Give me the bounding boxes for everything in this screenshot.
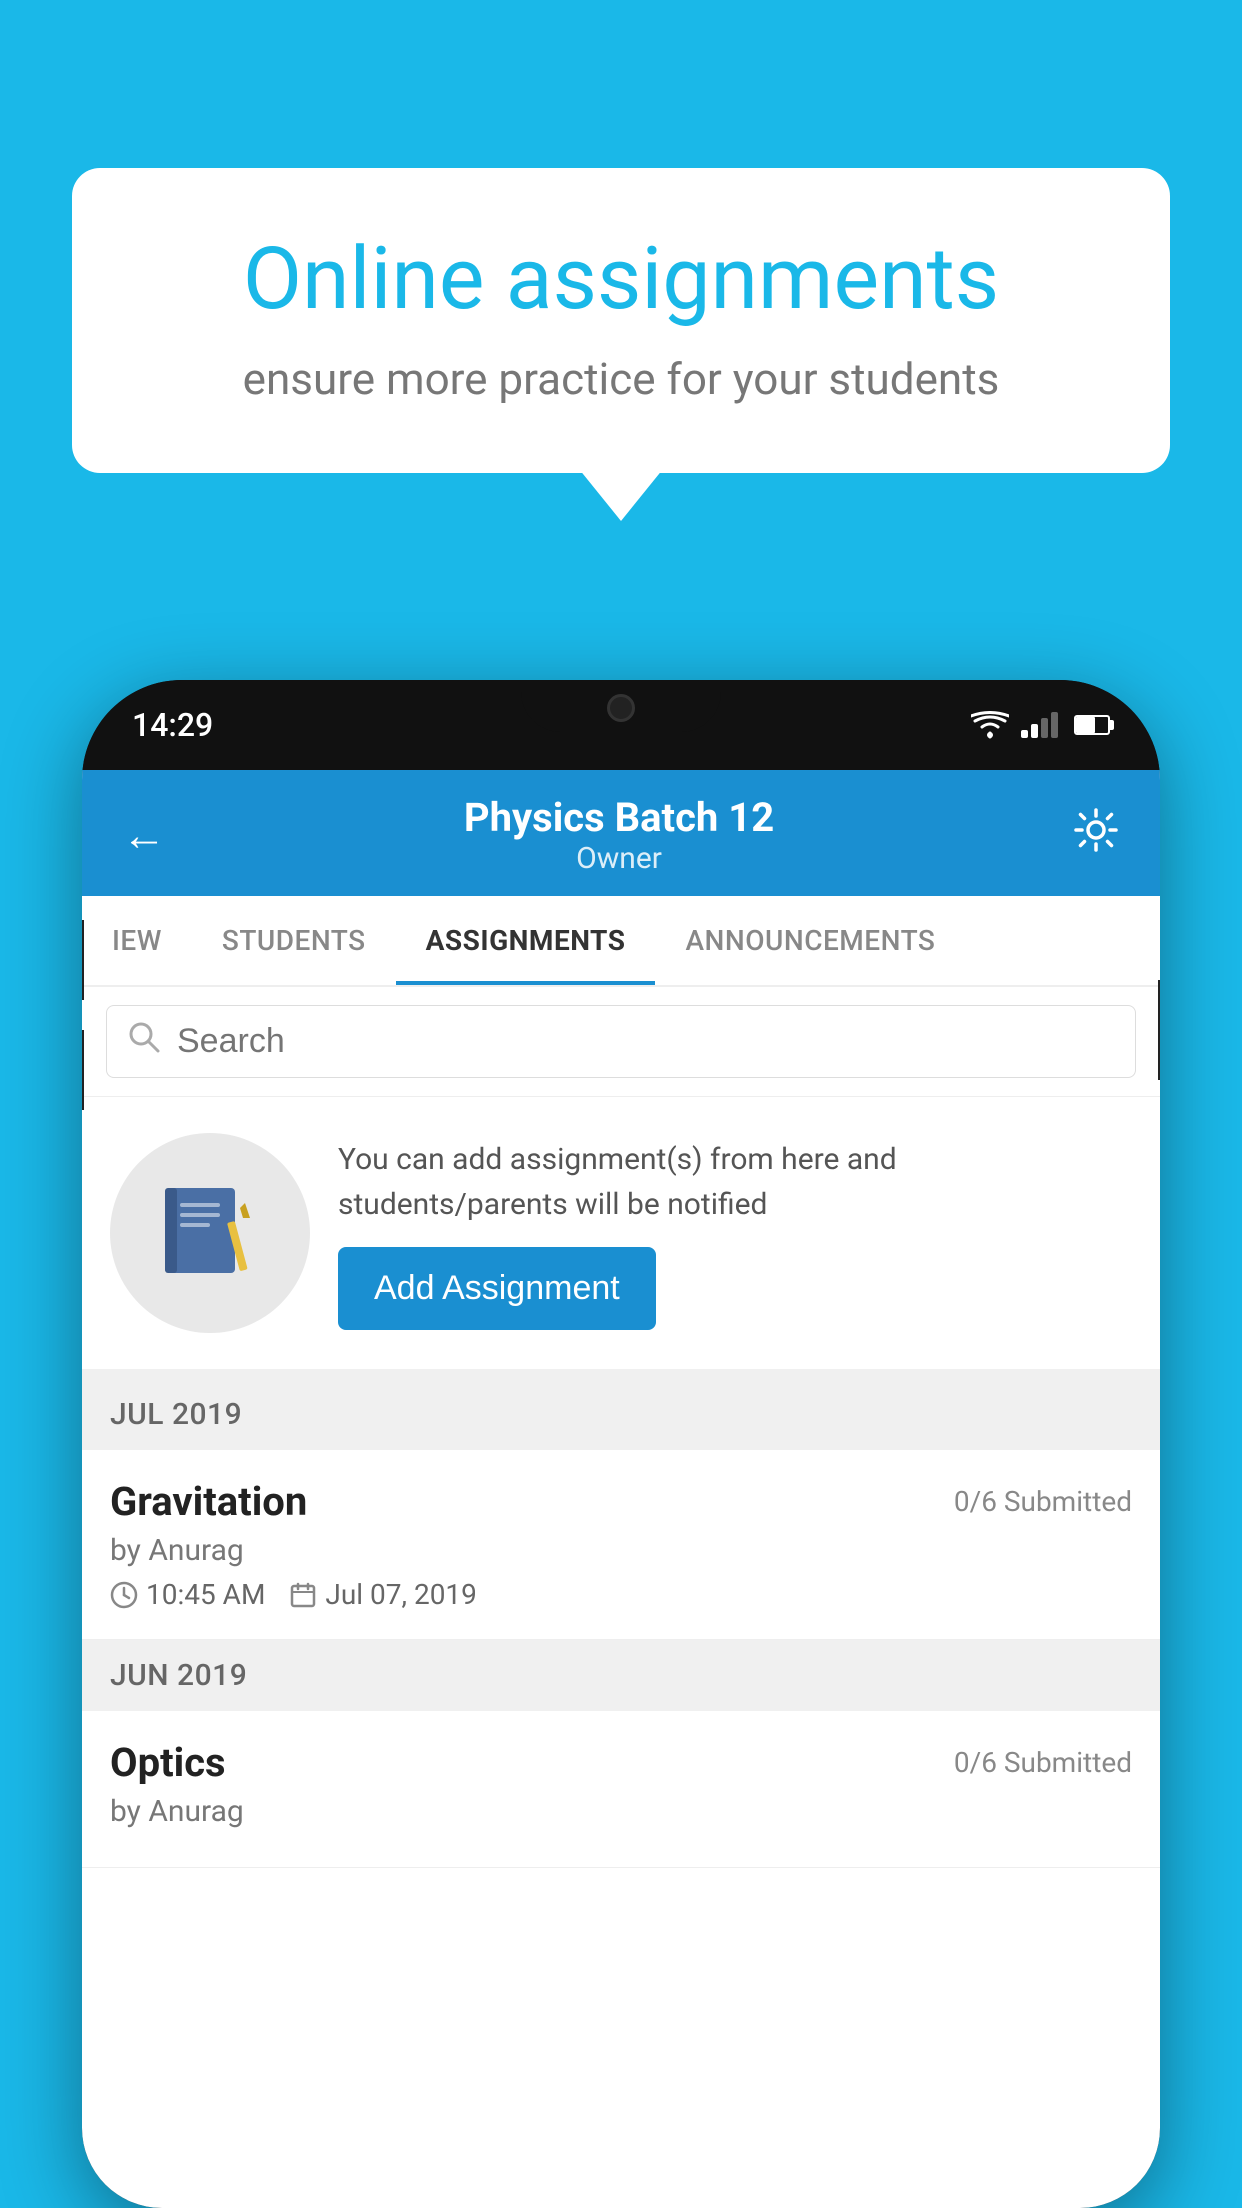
assignment-submitted-optics: 0/6 Submitted [954,1746,1132,1779]
search-input[interactable] [177,1022,1115,1061]
header-subtitle: Owner [464,841,774,876]
speech-bubble-title: Online assignments [144,228,1098,329]
tab-iew[interactable]: IEW [82,896,192,985]
app-header: ← Physics Batch 12 Owner [82,770,1160,896]
assignment-illustration [110,1133,310,1333]
phone-power-button [1158,980,1160,1080]
gear-icon [1072,806,1120,854]
wifi-icon [971,711,1009,739]
promo-content: You can add assignment(s) from here and … [338,1137,1132,1330]
assignment-author-gravitation: by Anurag [110,1533,1132,1568]
status-icons [971,711,1110,739]
clock-icon [110,1581,138,1609]
assignment-title-gravitation: Gravitation [110,1478,307,1525]
calendar-icon [289,1581,317,1609]
month-header-jul: JUL 2019 [82,1379,1160,1450]
assignment-author-optics: by Anurag [110,1794,1132,1829]
assignment-item-optics[interactable]: Optics 0/6 Submitted by Anurag [82,1711,1160,1868]
add-assignment-button[interactable]: Add Assignment [338,1247,656,1330]
tab-announcements[interactable]: ANNOUNCEMENTS [655,896,965,985]
assignment-date-gravitation: Jul 07, 2019 [289,1578,477,1611]
tab-assignments[interactable]: ASSIGNMENTS [396,896,656,985]
speech-bubble-card: Online assignments ensure more practice … [72,168,1170,473]
app-screen: ← Physics Batch 12 Owner IEW STUDENTS AS… [82,770,1160,2208]
promo-text: You can add assignment(s) from here and … [338,1137,1132,1227]
search-container [82,987,1160,1097]
settings-button[interactable] [1072,806,1120,865]
assignment-submitted-gravitation: 0/6 Submitted [954,1485,1132,1518]
tabs-bar: IEW STUDENTS ASSIGNMENTS ANNOUNCEMENTS [82,896,1160,987]
assignment-meta-gravitation: 10:45 AM Jul 07, 2019 [110,1578,1132,1611]
back-button[interactable]: ← [122,809,166,861]
phone-notch [521,680,721,732]
header-title-group: Physics Batch 12 Owner [464,794,774,876]
assignment-item-gravitation[interactable]: Gravitation 0/6 Submitted by Anurag 10:4… [82,1450,1160,1640]
promo-card: You can add assignment(s) from here and … [82,1097,1160,1379]
header-title: Physics Batch 12 [464,794,774,841]
assignment-time-gravitation: 10:45 AM [110,1578,265,1611]
signal-icon [1021,712,1058,738]
phone-volume-down-button [82,1030,84,1110]
search-input-wrapper [106,1005,1136,1078]
month-header-jun: JUN 2019 [82,1640,1160,1711]
search-icon [127,1020,161,1063]
battery-icon [1074,715,1110,735]
assignment-title-optics: Optics [110,1739,226,1786]
phone-camera [607,694,635,722]
speech-bubble-subtitle: ensure more practice for your students [144,353,1098,405]
status-time: 14:29 [132,706,213,744]
notebook-icon [155,1178,265,1288]
tab-students[interactable]: STUDENTS [192,896,396,985]
phone-frame: 14:29 ← [82,680,1160,2208]
status-bar: 14:29 [82,680,1160,770]
